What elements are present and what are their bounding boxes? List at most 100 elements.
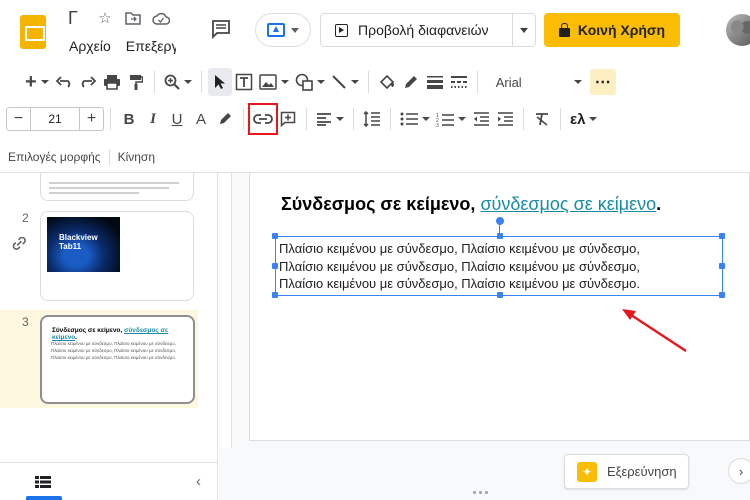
resize-handle[interactable] — [719, 292, 725, 298]
toolbar-divider — [110, 108, 111, 130]
thumb-line — [49, 182, 179, 184]
resize-handle[interactable] — [497, 292, 503, 298]
redo-button[interactable] — [76, 68, 100, 96]
rotate-handle[interactable] — [496, 217, 504, 225]
chevron-down-icon — [350, 80, 359, 84]
textbox-line: Πλαίσιο κειμένου με σύνδεσμο, Πλαίσιο κε… — [279, 276, 640, 291]
title-icons: ☆ — [96, 9, 170, 27]
line-spacing-button[interactable] — [360, 105, 384, 133]
numbered-list-button[interactable]: 123 — [433, 105, 469, 133]
decrease-indent-button[interactable] — [469, 105, 493, 133]
border-color-button[interactable] — [399, 68, 423, 96]
main-toolbar: + Arial ⋯ — [0, 64, 750, 100]
vertical-ruler — [219, 173, 232, 448]
font-family-select[interactable]: Arial — [490, 69, 588, 95]
slide-canvas[interactable]: Σύνδεσμος σε κείμενο, σύνδεσμος σε κείμε… — [249, 173, 750, 441]
resize-handle[interactable] — [497, 233, 503, 239]
insert-image-button[interactable] — [256, 68, 292, 96]
font-size-increase-button[interactable]: + — [80, 110, 103, 128]
resize-handle[interactable] — [719, 233, 725, 239]
slides-logo-icon[interactable] — [20, 15, 46, 49]
slide-title[interactable]: Σύνδεσμος σε κείμενο, σύνδεσμος σε κείμε… — [281, 194, 661, 215]
print-button[interactable] — [100, 68, 124, 96]
filmstrip[interactable]: 2 Blackview Tab11 3 Σύνδεσμος σε κείμενο… — [0, 173, 218, 500]
chevron-down-icon — [520, 27, 528, 33]
underline-button[interactable]: U — [165, 105, 189, 133]
present-options-button[interactable] — [255, 13, 311, 47]
align-button[interactable] — [313, 105, 347, 133]
shape-tool-button[interactable] — [292, 68, 328, 96]
fill-color-button[interactable] — [375, 68, 399, 96]
explore-button[interactable]: ✦ Εξερεύνηση — [564, 454, 689, 489]
highlight-color-button[interactable] — [213, 105, 237, 133]
link-icon — [12, 236, 28, 251]
text-toolbar: − 21 + B I U A 123 ελ — [0, 101, 750, 137]
menu-bar: Αρχείο Επεξεργ — [69, 38, 179, 54]
motion-button[interactable]: Κίνηση — [110, 150, 163, 164]
toolbar-divider — [153, 71, 155, 93]
play-icon — [335, 23, 348, 37]
zoom-button[interactable] — [161, 68, 195, 96]
slide-thumbnail-1[interactable] — [40, 173, 194, 201]
bold-button[interactable]: B — [117, 105, 141, 133]
text-color-button[interactable]: A — [189, 105, 213, 133]
more-options-button[interactable]: ⋯ — [589, 69, 616, 95]
filmstrip-view-icon[interactable] — [35, 475, 51, 493]
side-panel-toggle-icon[interactable]: › — [728, 458, 750, 484]
cloud-status-icon[interactable] — [152, 9, 170, 27]
undo-button[interactable] — [52, 68, 76, 96]
slide-thumbnail-3[interactable]: Σύνδεσμος σε κείμενο, σύνδεσμος σε κείμε… — [40, 315, 195, 404]
bulleted-list-button[interactable] — [397, 105, 433, 133]
font-size-input[interactable]: 21 — [30, 108, 80, 130]
toolbar-divider — [523, 108, 524, 130]
select-tool-button[interactable] — [207, 68, 232, 96]
active-view-indicator — [26, 496, 62, 500]
move-folder-icon[interactable] — [124, 9, 142, 27]
doc-title[interactable]: Γ — [68, 8, 78, 29]
resize-handle[interactable] — [719, 263, 725, 269]
slideshow-main[interactable]: Προβολή διαφανειών — [321, 14, 513, 46]
border-dash-button[interactable] — [447, 68, 471, 96]
slide-canvas-area[interactable]: Σύνδεσμος σε κείμενο, σύνδεσμος σε κείμε… — [219, 173, 750, 500]
menu-edit[interactable]: Επεξεργ — [126, 38, 179, 54]
font-size-decrease-button[interactable]: − — [7, 110, 30, 128]
resize-handle[interactable] — [272, 292, 278, 298]
chevron-down-icon — [422, 117, 430, 121]
textbox-body[interactable]: Πλαίσιο κειμένου με σύνδεσμο, Πλαίσιο κε… — [279, 240, 719, 293]
header-actions: Προβολή διαφανειών Κοινή Χρήση — [176, 0, 750, 62]
share-button[interactable]: Κοινή Χρήση — [544, 13, 680, 47]
slideshow-dropdown[interactable] — [513, 27, 535, 33]
comment-history-icon[interactable] — [210, 18, 232, 40]
svg-text:3: 3 — [436, 123, 439, 127]
explore-icon: ✦ — [577, 461, 597, 482]
star-icon[interactable]: ☆ — [96, 9, 114, 27]
add-comment-button[interactable] — [276, 105, 300, 133]
italic-button[interactable]: I — [141, 105, 165, 133]
border-weight-button[interactable] — [423, 68, 447, 96]
selected-textbox[interactable]: Πλαίσιο κειμένου με σύνδεσμο, Πλαίσιο κε… — [272, 217, 725, 298]
share-label: Κοινή Χρήση — [577, 22, 666, 38]
speaker-notes-drag-handle[interactable] — [473, 491, 495, 497]
line-tool-button[interactable] — [328, 68, 362, 96]
collapse-filmstrip-icon[interactable]: ‹ — [196, 473, 201, 490]
thumb-body-line: Πλαίσιο κειμένου με σύνδεσμο, Πλαίσιο κε… — [51, 341, 176, 346]
new-slide-button[interactable]: + — [22, 68, 52, 96]
paint-format-button[interactable] — [124, 68, 148, 96]
menu-file[interactable]: Αρχείο — [69, 38, 111, 54]
toolbar-divider — [353, 108, 354, 130]
format-options-button[interactable]: Επιλογές μορφής — [0, 150, 109, 164]
resize-handle[interactable] — [272, 233, 278, 239]
clear-formatting-button[interactable] — [530, 105, 554, 133]
input-language-button[interactable]: ελ — [567, 105, 600, 133]
title-link[interactable]: σύνδεσμος σε κείμενο — [480, 194, 656, 214]
increase-indent-button[interactable] — [493, 105, 517, 133]
image-caption: Blackview Tab11 — [59, 233, 98, 251]
slideshow-button[interactable]: Προβολή διαφανειών — [320, 13, 536, 47]
chevron-down-icon — [458, 117, 466, 121]
slideshow-label: Προβολή διαφανειών — [358, 22, 489, 38]
slide-thumbnail-2[interactable]: Blackview Tab11 — [40, 211, 194, 301]
resize-handle[interactable] — [272, 263, 278, 269]
textbox-tool-button[interactable] — [232, 68, 256, 96]
insert-link-button[interactable] — [248, 103, 278, 135]
avatar[interactable] — [726, 14, 750, 46]
